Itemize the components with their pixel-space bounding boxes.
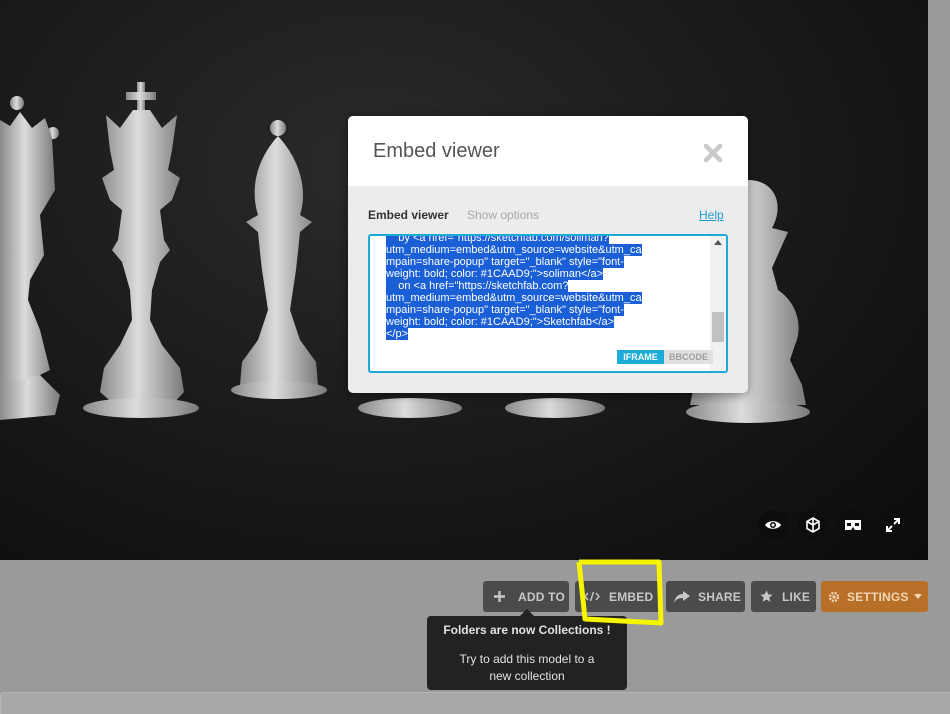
page: ADD TO EMBED SHARE LIKE SETTINGS Folders… bbox=[0, 0, 950, 714]
modal-header: Embed viewer bbox=[348, 116, 748, 186]
like-label: LIKE bbox=[782, 589, 811, 604]
code-line: utm_medium=embed&utm_source=website&utm_… bbox=[386, 292, 642, 304]
tab-bbcode[interactable]: BBCODE bbox=[664, 350, 713, 364]
code-line: mpain=share-popup" target="_blank" style… bbox=[386, 256, 624, 268]
tab-iframe[interactable]: IFRAME bbox=[617, 350, 664, 364]
add-to-button[interactable]: ADD TO bbox=[483, 581, 569, 612]
star-icon bbox=[751, 590, 782, 603]
fullscreen-icon[interactable] bbox=[878, 510, 908, 540]
settings-button[interactable]: SETTINGS bbox=[821, 581, 928, 612]
help-link[interactable]: Help bbox=[699, 208, 724, 222]
embed-section-label: Embed viewer bbox=[368, 208, 449, 222]
embed-code: by <a href="https://sketchfab.com/solima… bbox=[386, 234, 706, 340]
code-line: </p> bbox=[386, 328, 409, 340]
modal-title: Embed viewer bbox=[373, 140, 500, 162]
code-line: mpain=share-popup" target="_blank" style… bbox=[386, 304, 624, 316]
code-line: by <a href="https://sketchfab.com/solima… bbox=[386, 234, 609, 244]
vr-icon[interactable] bbox=[838, 510, 868, 540]
cube-icon[interactable] bbox=[798, 510, 828, 540]
code-format-tabs: IFRAME BBCODE bbox=[617, 350, 713, 364]
caret-down-icon bbox=[909, 594, 927, 599]
gear-icon bbox=[821, 591, 847, 603]
eye-icon[interactable] bbox=[758, 510, 788, 540]
embed-button[interactable]: EMBED bbox=[575, 581, 662, 612]
code-icon bbox=[575, 591, 609, 602]
like-button[interactable]: LIKE bbox=[751, 581, 816, 612]
show-options-link[interactable]: Show options bbox=[467, 208, 539, 222]
tooltip-title: Folders are now Collections ! bbox=[443, 623, 611, 637]
code-line: weight: bold; color: #1CAAD9;">Sketchfab… bbox=[386, 316, 615, 328]
add-to-label: ADD TO bbox=[518, 589, 565, 604]
tooltip-body: Try to add this model to a new collectio… bbox=[459, 652, 595, 683]
scroll-up-arrow-icon[interactable] bbox=[714, 240, 722, 245]
share-button[interactable]: SHARE bbox=[666, 581, 745, 612]
code-line: on <a href="https://sketchfab.com? bbox=[386, 280, 569, 292]
scrollbar-thumb[interactable] bbox=[712, 312, 724, 342]
code-line: weight: bold; color: #1CAAD9;">soliman</… bbox=[386, 268, 603, 280]
embed-code-textarea[interactable]: by <a href="https://sketchfab.com/solima… bbox=[368, 234, 728, 373]
settings-label: SETTINGS bbox=[847, 589, 909, 604]
share-icon bbox=[666, 590, 698, 603]
plus-icon bbox=[483, 591, 515, 602]
embed-label: EMBED bbox=[609, 589, 654, 604]
code-line: utm_medium=embed&utm_source=website&utm_… bbox=[386, 244, 642, 256]
page-edge bbox=[928, 0, 950, 560]
collections-tooltip: Folders are now Collections ! Try to add… bbox=[427, 609, 627, 690]
embed-viewer-modal: Embed viewer Embed viewer Show options H… bbox=[348, 116, 748, 393]
close-icon[interactable] bbox=[702, 142, 724, 164]
share-label: SHARE bbox=[698, 589, 742, 604]
description-panel bbox=[0, 692, 950, 714]
